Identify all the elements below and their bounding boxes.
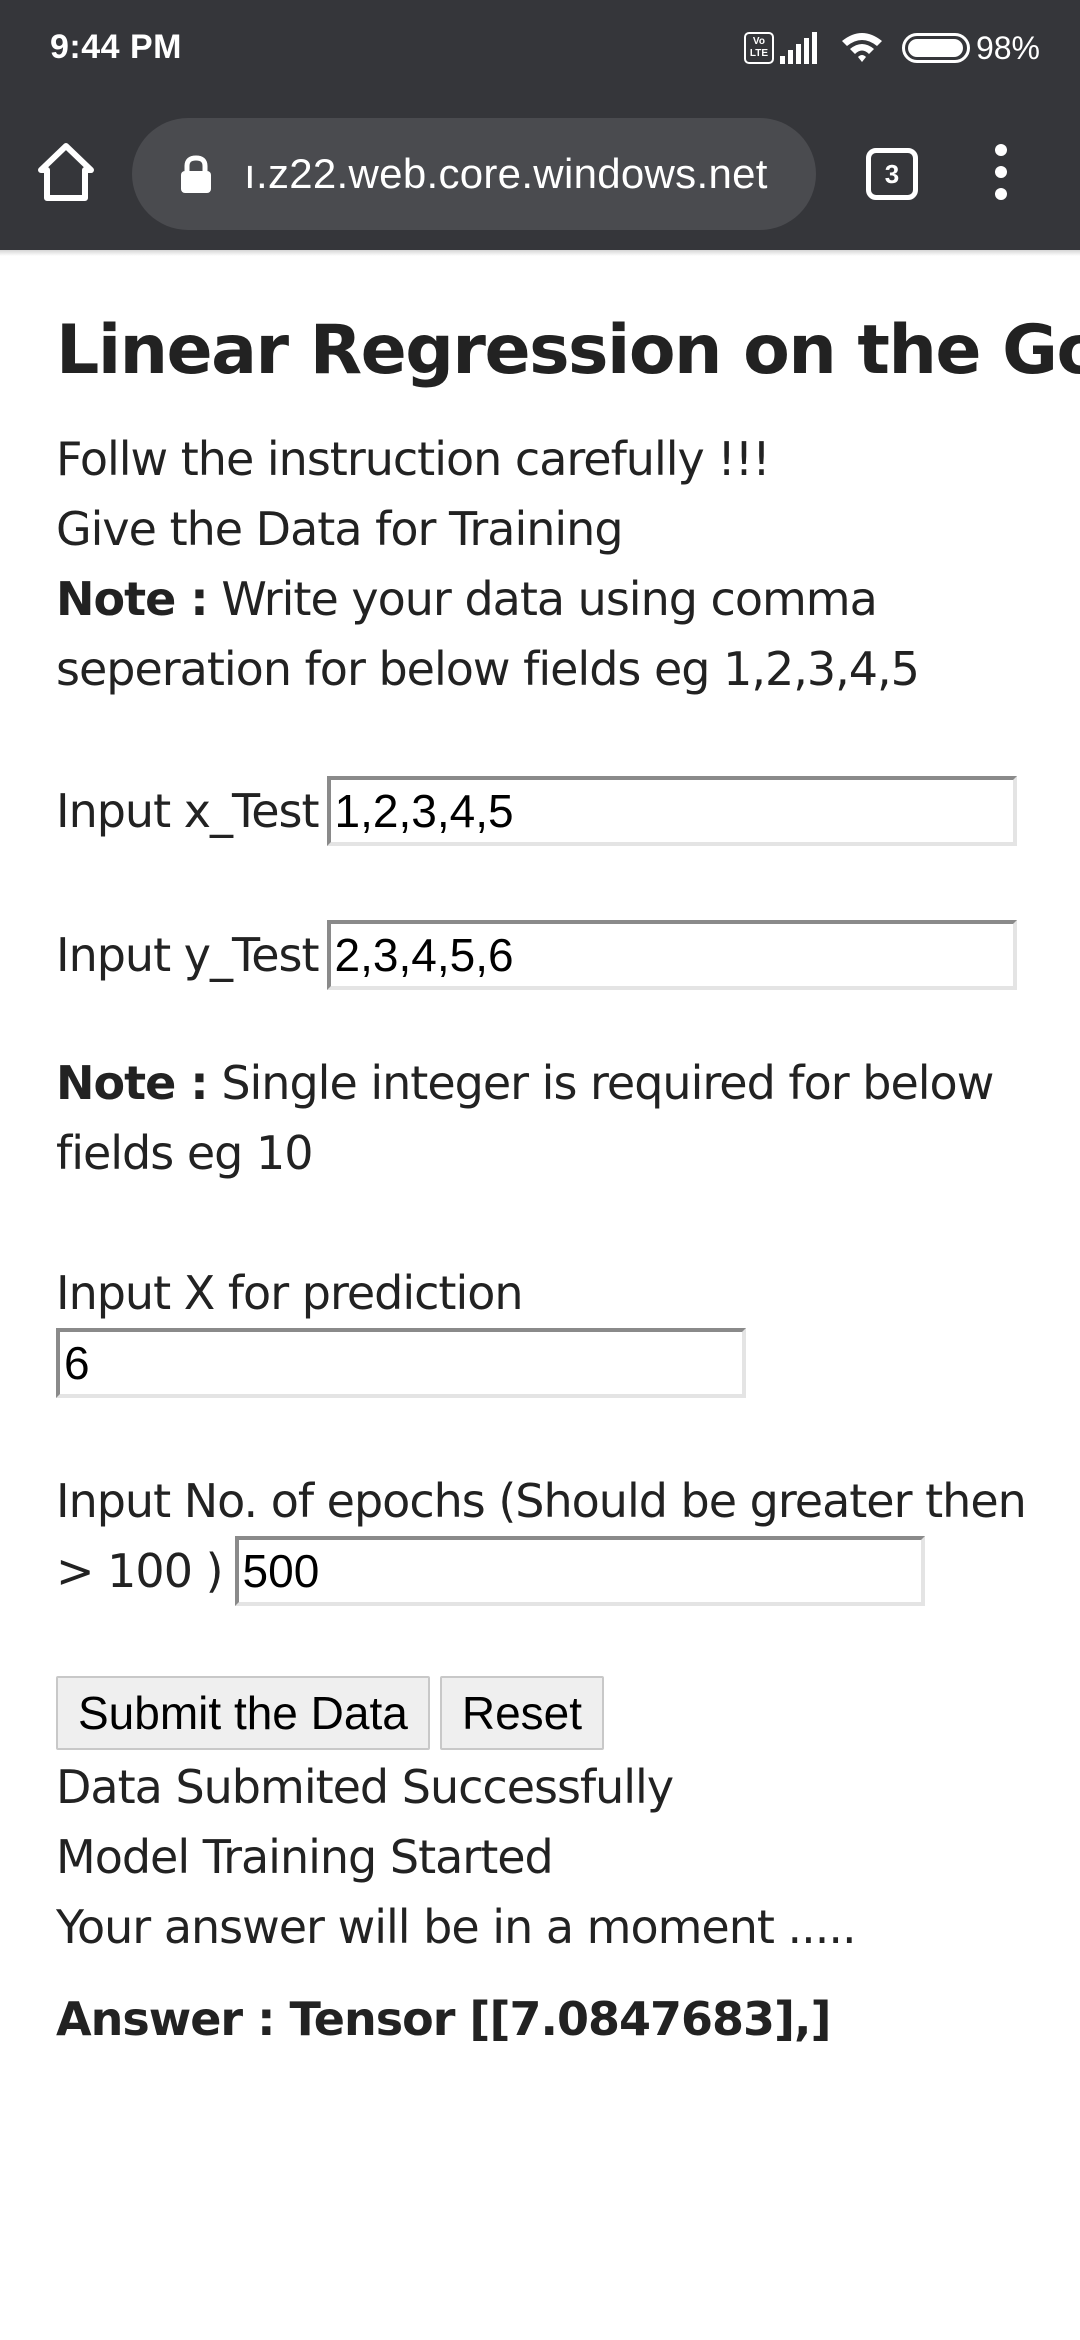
reset-button[interactable]: Reset (439, 1675, 605, 1750)
battery-icon (901, 33, 970, 63)
browser-toolbar: ı.z22.web.core.windows.net 3 (0, 100, 1080, 250)
note-comma: Note : Write your data using comma seper… (56, 564, 1026, 704)
status-bar: 9:44 PM Vo LTE 98% (0, 0, 1080, 100)
x-test-input[interactable] (326, 775, 1017, 846)
page-title: Linear Regression on the Go (56, 311, 1080, 390)
submit-button[interactable]: Submit the Data (56, 1675, 430, 1750)
battery-fill (907, 39, 963, 57)
toolbar-shadow (0, 250, 1080, 256)
y-test-input[interactable] (326, 919, 1017, 990)
status-waiting: Your answer will be in a moment ..... (56, 1899, 857, 1954)
wifi-icon (841, 33, 882, 62)
url-text: ı.z22.web.core.windows.net (244, 150, 768, 197)
x-test-label: Input x_Test (56, 783, 320, 838)
epochs-label-line1: Input No. of epochs (Should be greater t… (56, 1473, 1027, 1528)
address-bar[interactable]: ı.z22.web.core.windows.net (132, 118, 816, 230)
x-predict-label: Input X for prediction (56, 1265, 524, 1320)
tab-switcher-icon[interactable]: 3 (866, 148, 918, 200)
note-label: Note : (56, 571, 209, 626)
status-time: 9:44 PM (50, 28, 182, 66)
training-data-line: Give the Data for Training (56, 501, 624, 556)
y-test-row: Input y_Test (56, 919, 1026, 990)
battery-percent: 98% (975, 29, 1040, 66)
note-label: Note : (56, 1055, 209, 1110)
epochs-label-line2: > 100 ) (56, 1543, 224, 1598)
status-training: Model Training Started (56, 1829, 554, 1884)
answer-text: Answer : Tensor [[7.0847683],] (56, 1991, 832, 2046)
home-icon[interactable] (36, 140, 96, 204)
epochs-input[interactable] (234, 1535, 925, 1606)
status-icons: Vo LTE 98% (743, 28, 1040, 68)
intro-text: Follw the instruction carefully !!! Give… (56, 424, 1026, 704)
note-integer: Note : Single integer is required for be… (56, 1048, 1026, 1188)
status-messages: Data Submited Successfully Model Trainin… (56, 1752, 1026, 1962)
signal-icon (779, 32, 820, 64)
y-test-label: Input y_Test (56, 927, 320, 982)
volte-icon: Vo LTE (743, 32, 774, 64)
epochs-row: > 100 ) (56, 1535, 1026, 1606)
lock-icon (181, 155, 211, 193)
x-test-row: Input x_Test (56, 775, 1026, 846)
instruction-line: Follw the instruction carefully !!! (56, 431, 771, 486)
x-predict-input[interactable] (56, 1327, 746, 1398)
more-vert-icon[interactable] (986, 144, 1016, 204)
form-buttons: Submit the Data Reset (56, 1675, 1026, 1750)
status-submitted: Data Submited Successfully (56, 1759, 674, 1814)
page-content: Linear Regression on the Go Follw the in… (56, 300, 1080, 2046)
